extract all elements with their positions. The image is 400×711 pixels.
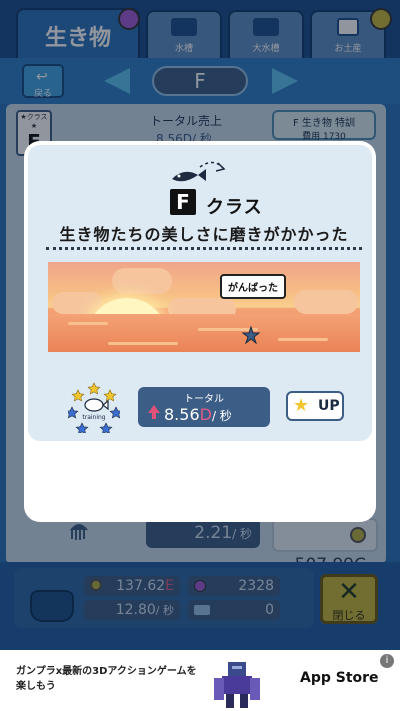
wave: [68, 322, 108, 325]
up-badge-label: UP: [318, 398, 340, 414]
total-rate-unit: / 秒: [211, 409, 232, 423]
wave: [278, 338, 328, 341]
game-screen: 生き物 水槽 大水槽 お土産 ↩ 戻る F ★クラス★ F ト: [0, 0, 400, 650]
starfish-icon: [242, 326, 260, 344]
up-badge: ★ UP: [286, 391, 344, 421]
grade-text: クラス: [206, 197, 263, 218]
dotted-divider: [46, 247, 362, 250]
ad-text: ガンプラx最新の3Dアクションゲームを楽しもう: [16, 666, 197, 692]
total-rate-value: 8.56D/ 秒: [164, 405, 232, 424]
total-rate-label: トータル: [184, 394, 224, 405]
sea: [48, 314, 360, 352]
app-store-label: App Store: [300, 670, 379, 686]
ad-banner[interactable]: ガンプラx最新の3Dアクションゲームを楽しもう App Store i: [0, 650, 400, 711]
info-icon[interactable]: i: [380, 654, 394, 668]
level-up-modal[interactable]: F クラス 生き物たちの美しさに磨きがかかった がんばった training ト…: [24, 141, 376, 522]
training-emblem-label: training: [82, 414, 105, 421]
grade-letter: F: [170, 189, 196, 215]
modal-content: F クラス 生き物たちの美しさに磨きがかかった がんばった training ト…: [28, 145, 372, 441]
wave: [108, 342, 178, 345]
app-store-link[interactable]: App Store: [300, 670, 379, 686]
total-rate-unit-letter: D: [199, 405, 212, 424]
speech-bubble: がんばった: [220, 274, 286, 299]
stat-row: training トータル 8.56D/ 秒 ★ UP: [28, 381, 380, 441]
up-arrow-stem: [152, 412, 156, 419]
fish-icon: [172, 161, 226, 182]
sunset-scene: がんばった: [48, 262, 360, 352]
cloud: [112, 268, 172, 294]
modal-headline: 生き物たちの美しさに磨きがかかった: [59, 225, 349, 244]
total-rate-box: トータル 8.56D/ 秒: [138, 387, 270, 427]
training-emblem-icon: training: [68, 382, 120, 433]
cloud: [52, 292, 102, 314]
star-icon: ★: [293, 395, 310, 416]
total-rate-number: 8.56: [164, 405, 200, 424]
robot-ad-image: [214, 662, 260, 708]
cloud: [294, 290, 358, 314]
